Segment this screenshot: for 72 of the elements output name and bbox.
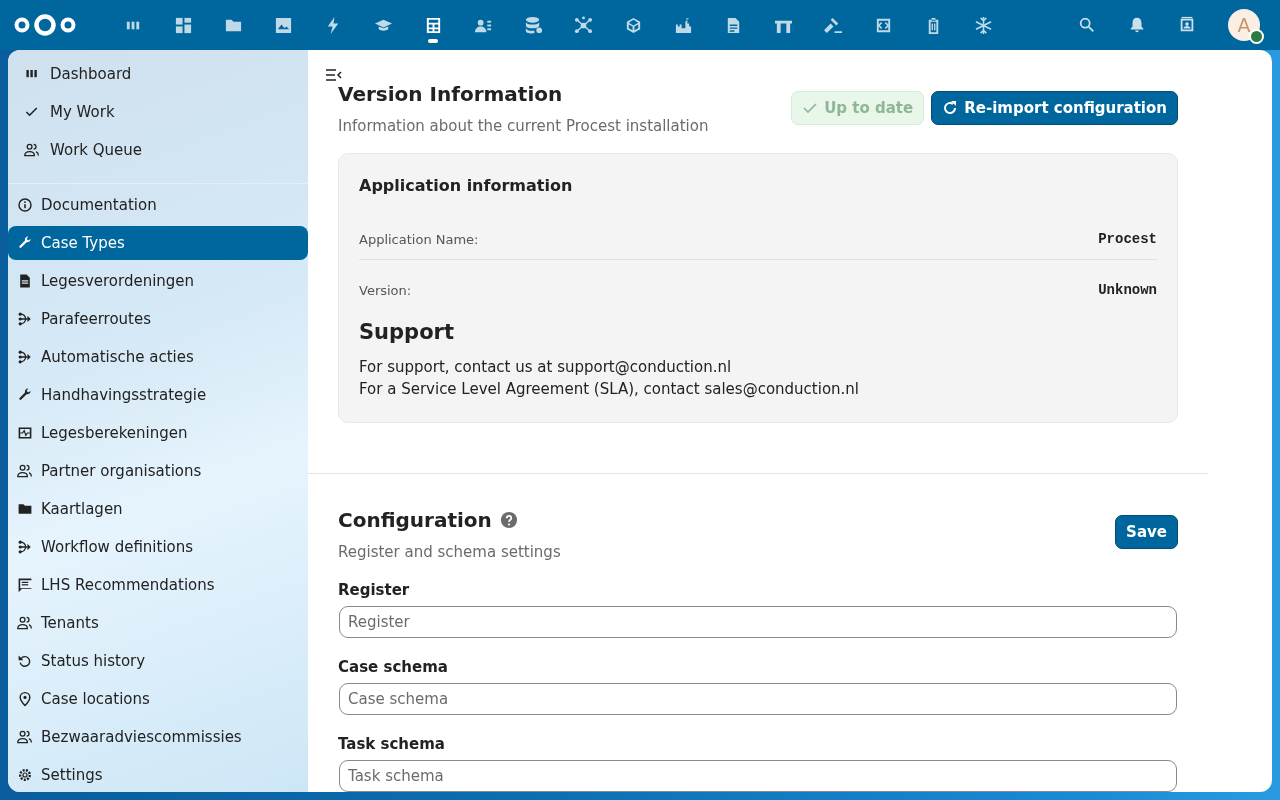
input-field[interactable]: Task schema: [339, 760, 1177, 792]
navigation-item[interactable]: Kaartlagen: [8, 492, 308, 526]
settings-icon: [17, 767, 33, 783]
branch-icon: [17, 311, 33, 327]
active-indicator: [428, 39, 438, 43]
logo-icon[interactable]: [14, 13, 76, 37]
support-text: For a Service Level Agreement (SLA), contact sales@conduction.nl: [359, 380, 861, 398]
navigation-item[interactable]: Tenants: [8, 606, 308, 640]
check-icon: [802, 100, 819, 116]
people-icon: [17, 463, 33, 479]
navigation-item[interactable]: LHS Recommendations: [8, 568, 308, 602]
wrench-icon: [17, 235, 33, 251]
navigation-item[interactable]: Legesverordeningen: [8, 264, 308, 298]
location-pin-icon: [17, 691, 33, 707]
navigation-item[interactable]: Status history: [8, 644, 308, 678]
bell-icon[interactable]: [1128, 16, 1146, 34]
menu-collapse-icon[interactable]: [326, 69, 342, 81]
document-icon: [17, 273, 33, 289]
navigation-item[interactable]: Documentation: [8, 188, 308, 222]
gavel-icon: [823, 15, 843, 35]
section-title: Version Information: [338, 82, 564, 106]
support-title: Support: [359, 320, 455, 344]
contacts-icon[interactable]: [1178, 16, 1196, 34]
info-value: Procest: [1098, 231, 1157, 247]
people-icon: [24, 142, 40, 158]
info-label: Application Name:: [359, 231, 479, 247]
castle-icon: [673, 15, 693, 35]
people-icon: [17, 615, 33, 631]
navigation-item[interactable]: Partner organisations: [8, 454, 308, 488]
navigation-item[interactable]: Case Types: [8, 226, 308, 260]
people-icon: [17, 729, 33, 745]
input-field[interactable]: Register: [339, 606, 1177, 638]
info-label: Version:: [359, 282, 412, 298]
navigation-item[interactable]: Case locations: [8, 682, 308, 716]
history-icon: [17, 653, 33, 669]
database-icon: [523, 15, 543, 35]
navigation-item[interactable]: My Work: [8, 93, 308, 131]
navigation-item[interactable]: Legesberekeningen: [8, 416, 308, 450]
save-button[interactable]: Save: [1115, 515, 1178, 549]
network-icon: [573, 15, 593, 35]
navigation-item[interactable]: Work Queue: [8, 131, 308, 169]
card-title: Application information: [359, 176, 574, 195]
navigation-item[interactable]: Bezwaaradviescommissies: [8, 720, 308, 754]
help-icon[interactable]: [499, 511, 518, 529]
section-description: Information about the current Procest installation: [338, 117, 709, 135]
navigation-item[interactable]: Settings: [8, 758, 308, 792]
message-icon: [17, 577, 33, 593]
support-text: For support, contact us at support@conduction.nl: [359, 358, 733, 376]
branch-icon: [17, 349, 33, 365]
section-title: Configuration: [338, 508, 492, 532]
info-value: Unknown: [1098, 282, 1157, 298]
grid-icon: [173, 15, 193, 35]
info-icon: [17, 197, 33, 213]
pulse-icon: [17, 425, 33, 441]
input-field[interactable]: Case schema: [339, 683, 1177, 715]
image-icon: [273, 15, 293, 35]
field-label: Register: [338, 581, 411, 599]
snowflake-icon: [973, 15, 993, 35]
section-description: Register and schema settings: [338, 543, 561, 561]
folder-icon: [17, 501, 33, 517]
search-icon[interactable]: [1078, 16, 1096, 34]
field-label: Task schema: [338, 735, 446, 753]
refresh-icon: [942, 100, 959, 116]
navigation-item[interactable]: Handhavingsstrategie: [8, 378, 308, 412]
reimport-button[interactable]: Re-import configuration: [931, 91, 1178, 125]
navigation-item[interactable]: Automatische acties: [8, 340, 308, 374]
branch-icon: [17, 539, 33, 555]
field-label: Case schema: [338, 658, 449, 676]
navigation-item[interactable]: Dashboard: [8, 55, 308, 93]
wrench-icon: [17, 387, 33, 403]
navigation-item[interactable]: Parafeerroutes: [8, 302, 308, 336]
navigation-item[interactable]: Workflow definitions: [8, 530, 308, 564]
